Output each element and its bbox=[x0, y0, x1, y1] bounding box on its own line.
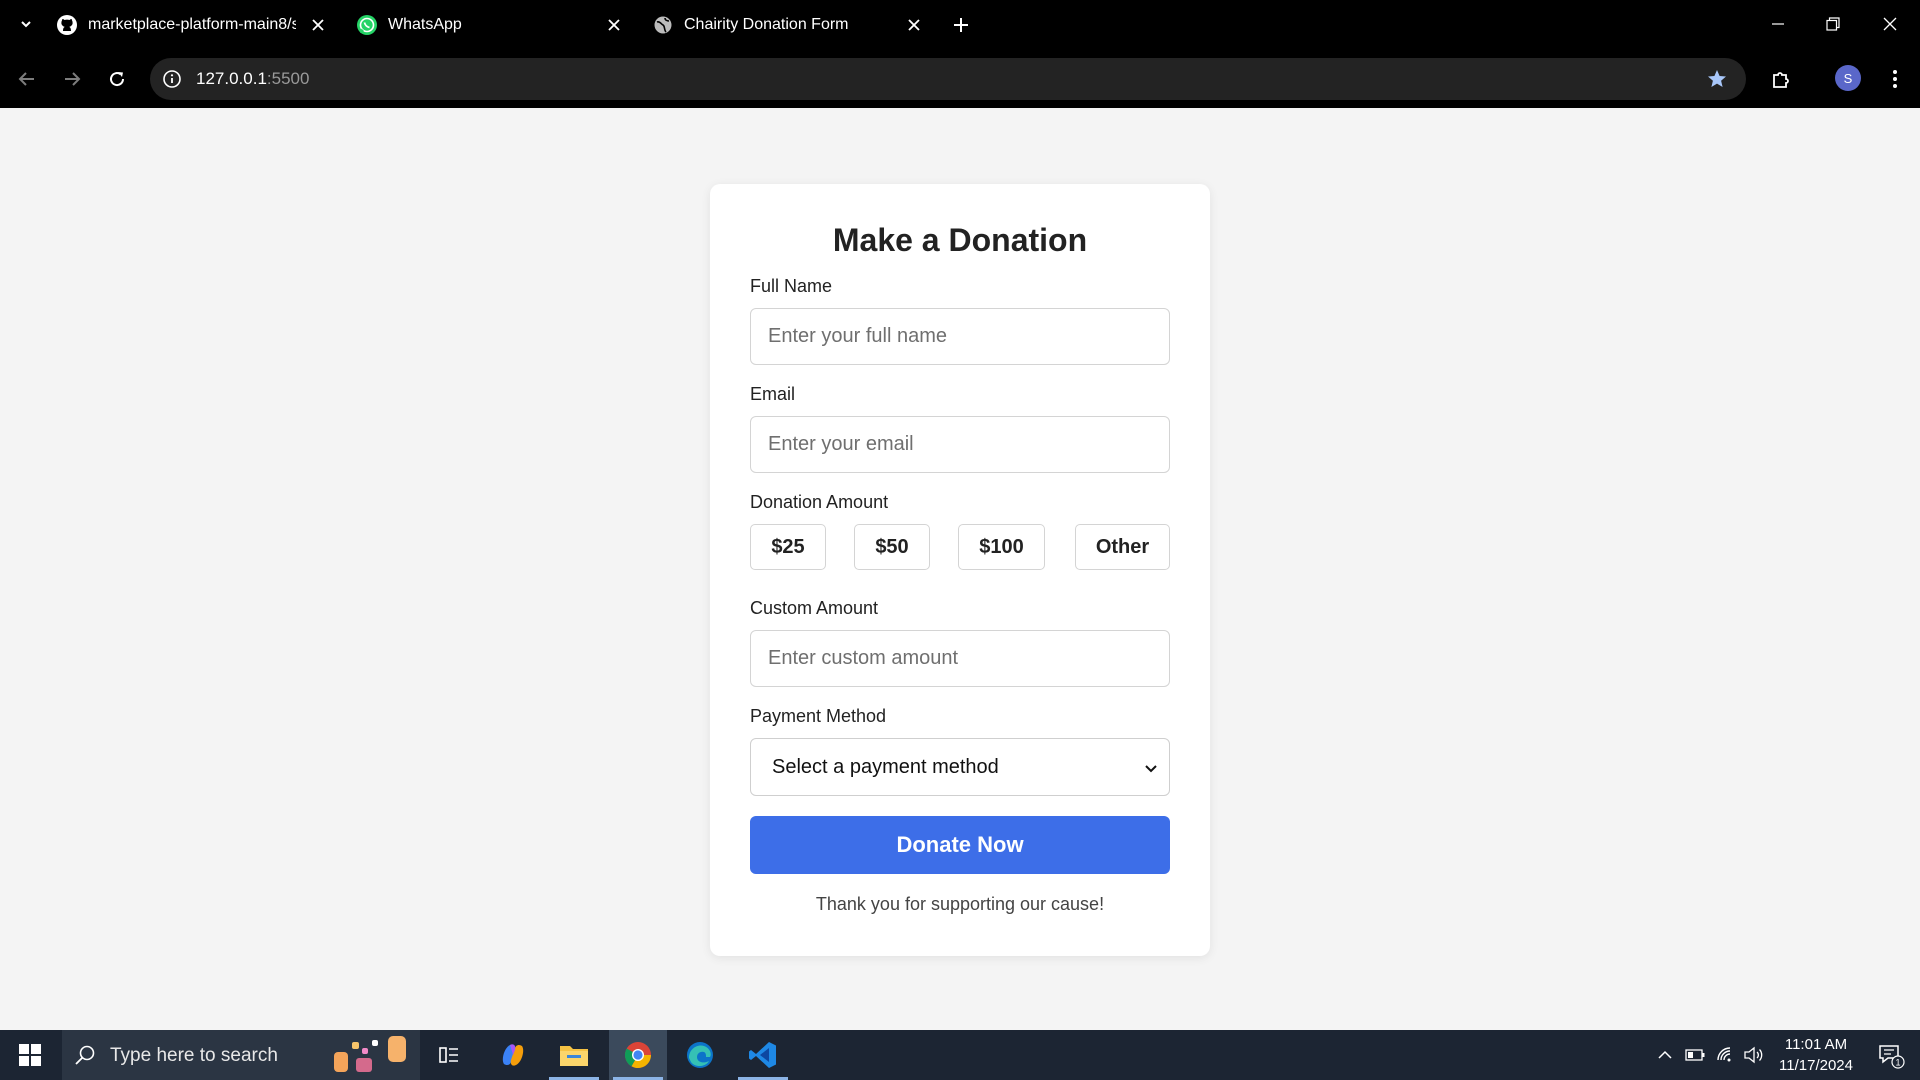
close-tab-icon[interactable] bbox=[308, 15, 328, 35]
browser-toolbar: 127.0.0.1:5500 S bbox=[0, 50, 1920, 108]
puzzle-icon bbox=[1773, 72, 1789, 88]
close-tab-icon[interactable] bbox=[604, 15, 624, 35]
notification-icon: 1 bbox=[1879, 1045, 1905, 1069]
github-icon bbox=[56, 14, 78, 36]
chevron-down-icon bbox=[1145, 765, 1157, 773]
profile-avatar[interactable]: S bbox=[1835, 65, 1861, 91]
start-button[interactable] bbox=[0, 1030, 60, 1080]
whatsapp-icon bbox=[356, 14, 378, 36]
system-clock[interactable]: 11:01 AM 11/17/2024 bbox=[1766, 1034, 1866, 1076]
full-name-input[interactable] bbox=[750, 308, 1170, 365]
restore-button[interactable] bbox=[1811, 6, 1855, 42]
task-view-button[interactable] bbox=[420, 1030, 478, 1080]
battery-button[interactable] bbox=[1680, 1030, 1710, 1080]
battery-icon bbox=[1685, 1049, 1705, 1061]
plus-icon bbox=[954, 18, 968, 32]
folder-icon bbox=[560, 1046, 588, 1066]
vscode-button[interactable] bbox=[734, 1030, 792, 1080]
info-icon[interactable] bbox=[162, 69, 182, 89]
close-icon bbox=[1883, 17, 1897, 31]
copilot-button[interactable] bbox=[484, 1030, 542, 1080]
minimize-button[interactable] bbox=[1756, 6, 1800, 42]
wifi-icon bbox=[1717, 1047, 1731, 1062]
tab-github[interactable]: marketplace-platform-main8/st bbox=[56, 6, 336, 44]
chevron-down-icon bbox=[21, 21, 31, 28]
amount-other-button[interactable]: Other bbox=[1075, 524, 1170, 570]
notification-count: 1 bbox=[1895, 1058, 1900, 1068]
reload-button[interactable] bbox=[102, 64, 132, 94]
chrome-button[interactable] bbox=[609, 1030, 667, 1080]
copilot-icon bbox=[502, 1044, 524, 1066]
arrow-right-icon bbox=[65, 72, 81, 86]
vscode-icon bbox=[749, 1042, 776, 1068]
clock-time: 11:01 AM bbox=[1784, 1036, 1848, 1053]
amount-50-button[interactable]: $50 bbox=[854, 524, 930, 570]
tab-whatsapp[interactable]: WhatsApp bbox=[356, 6, 632, 44]
tab-donation-form[interactable]: Chairity Donation Form bbox=[652, 6, 932, 44]
arrow-left-icon bbox=[18, 72, 34, 86]
search-highlight-image bbox=[334, 1036, 406, 1072]
url-port: :5500 bbox=[266, 69, 310, 88]
bookmark-star-icon[interactable] bbox=[1706, 68, 1728, 90]
tab-strip: marketplace-platform-main8/st WhatsApp C… bbox=[0, 0, 1920, 50]
full-name-label: Full Name bbox=[750, 276, 833, 296]
close-tab-icon[interactable] bbox=[904, 15, 924, 35]
close-window-button[interactable] bbox=[1868, 6, 1912, 42]
speaker-icon bbox=[1744, 1046, 1763, 1064]
extensions-button[interactable] bbox=[1766, 64, 1796, 94]
chrome-icon bbox=[624, 1042, 652, 1069]
tab-title: WhatsApp bbox=[388, 16, 462, 33]
custom-amount-input[interactable] bbox=[750, 630, 1170, 687]
payment-method-label: Payment Method bbox=[750, 706, 887, 726]
tab-title: Chairity Donation Form bbox=[684, 16, 849, 33]
address-bar[interactable]: 127.0.0.1:5500 bbox=[150, 58, 1746, 100]
globe-icon bbox=[652, 14, 674, 36]
tab-search-button[interactable] bbox=[14, 12, 38, 36]
more-vertical-icon bbox=[1893, 70, 1897, 88]
network-button[interactable] bbox=[1712, 1030, 1740, 1080]
restore-icon bbox=[1826, 17, 1840, 31]
new-tab-button[interactable] bbox=[948, 12, 974, 38]
amount-25-button[interactable]: $25 bbox=[750, 524, 826, 570]
minimize-icon bbox=[1772, 23, 1784, 25]
chevron-up-icon bbox=[1658, 1050, 1672, 1059]
amount-100-button[interactable]: $100 bbox=[958, 524, 1045, 570]
page-viewport: Make a Donation Full Name Email Donation… bbox=[0, 108, 1920, 1030]
windows-logo-icon bbox=[19, 1044, 41, 1066]
payment-method-value: Select a payment method bbox=[772, 756, 999, 778]
donation-form-card: Make a Donation Full Name Email Donation… bbox=[710, 184, 1210, 956]
search-placeholder: Type here to search bbox=[110, 1045, 278, 1066]
show-hidden-icons-button[interactable] bbox=[1652, 1030, 1678, 1080]
volume-button[interactable] bbox=[1740, 1030, 1768, 1080]
edge-icon bbox=[687, 1042, 713, 1068]
file-explorer-button[interactable] bbox=[545, 1030, 603, 1080]
windows-taskbar: Type here to search 11:01 AM 11/17/2024 … bbox=[0, 1030, 1920, 1080]
email-input[interactable] bbox=[750, 416, 1170, 473]
tab-title: marketplace-platform-main8/st bbox=[88, 16, 296, 33]
payment-method-select[interactable]: Select a payment method bbox=[750, 738, 1170, 796]
clock-date: 11/17/2024 bbox=[1779, 1057, 1853, 1074]
edge-button[interactable] bbox=[671, 1030, 729, 1080]
back-button[interactable] bbox=[12, 64, 42, 94]
taskbar-search-box[interactable]: Type here to search bbox=[62, 1030, 420, 1080]
url-host: 127.0.0.1 bbox=[196, 69, 267, 88]
reload-icon bbox=[110, 72, 125, 87]
url-text: 127.0.0.1:5500 bbox=[196, 69, 309, 89]
notification-center-button[interactable]: 1 bbox=[1866, 1030, 1916, 1080]
browser-menu-button[interactable] bbox=[1880, 64, 1910, 94]
donate-now-button[interactable]: Donate Now bbox=[750, 816, 1170, 874]
donation-amount-label: Donation Amount bbox=[750, 492, 889, 512]
forward-button[interactable] bbox=[57, 64, 87, 94]
search-icon bbox=[75, 1045, 95, 1065]
custom-amount-label: Custom Amount bbox=[750, 598, 879, 618]
thank-you-message: Thank you for supporting our cause! bbox=[815, 894, 1105, 914]
task-view-icon bbox=[439, 1047, 458, 1063]
email-label: Email bbox=[750, 384, 796, 404]
form-title: Make a Donation bbox=[832, 222, 1088, 258]
